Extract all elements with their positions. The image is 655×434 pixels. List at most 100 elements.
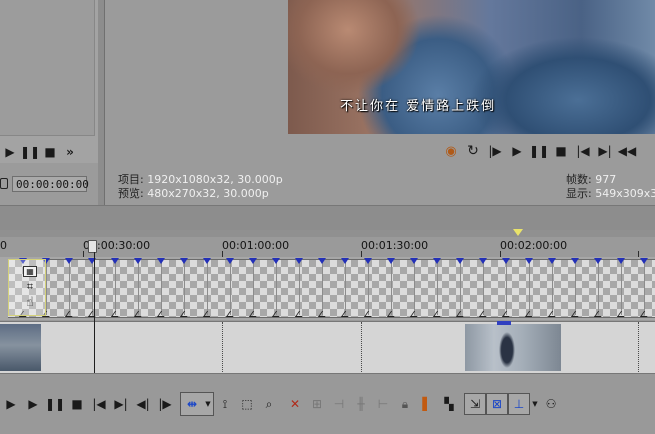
- edit-tool-dropdown[interactable]: ⇹ ▼: [180, 392, 214, 416]
- thumbnail-separator: [391, 260, 392, 315]
- time-ruler[interactable]: 0 00:00:30:00 00:01:00:00 00:01:30:00 00…: [0, 237, 655, 257]
- panel-splitter[interactable]: [98, 0, 105, 205]
- prev-frame-icon[interactable]: |◀: [572, 142, 594, 160]
- stop-icon[interactable]: ■: [66, 393, 88, 415]
- keyframe-marker[interactable]: [479, 258, 487, 264]
- grouping-icon[interactable]: ⚇: [540, 393, 562, 415]
- keyframe-marker[interactable]: [226, 258, 234, 264]
- chevron-down-icon[interactable]: ▼: [203, 400, 213, 408]
- thumbnail-separator: [207, 260, 208, 315]
- trimmer-controls: ▶ ❚❚ ■ »: [0, 143, 80, 161]
- keyframe-marker[interactable]: [295, 258, 303, 264]
- play-icon[interactable]: ▶: [0, 143, 20, 161]
- keyframe-marker[interactable]: [548, 258, 556, 264]
- next-frame-icon[interactable]: |▶: [154, 393, 176, 415]
- trim-start-icon[interactable]: ⊣: [328, 393, 350, 415]
- lock-icon[interactable]: 🔒︎: [394, 393, 416, 415]
- keyframe-marker[interactable]: [341, 258, 349, 264]
- prev-frame-icon[interactable]: ◀|: [132, 393, 154, 415]
- keyframe-marker[interactable]: [249, 258, 257, 264]
- keyframe-marker[interactable]: [456, 258, 464, 264]
- keyframe-marker[interactable]: [410, 258, 418, 264]
- ruler-label: 00:01:00:00: [222, 239, 290, 252]
- keyframe-marker[interactable]: [180, 258, 188, 264]
- keyframe-marker[interactable]: [640, 258, 648, 264]
- loop-icon[interactable]: ↻: [462, 142, 484, 160]
- loop-end-marker[interactable]: [513, 229, 523, 236]
- video-event[interactable]: [8, 259, 655, 318]
- keyframe-marker[interactable]: [157, 258, 165, 264]
- thumbnail-separator: [506, 260, 507, 315]
- keyframe-marker[interactable]: [387, 258, 395, 264]
- normal-edit-tool-icon[interactable]: ⇹: [181, 393, 203, 415]
- pause-icon[interactable]: ❚❚: [20, 143, 40, 161]
- thumbnail-separator: [437, 260, 438, 315]
- thumbnail-separator: [414, 260, 415, 315]
- keyframe-marker[interactable]: [617, 258, 625, 264]
- thumbnail-separator: [184, 260, 185, 315]
- delete-icon[interactable]: ✕: [284, 393, 306, 415]
- thumbnail-separator: [115, 260, 116, 315]
- keyframe-marker[interactable]: [594, 258, 602, 264]
- more-icon[interactable]: »: [60, 143, 80, 161]
- clip-thumbnail[interactable]: [465, 324, 561, 371]
- split-icon[interactable]: ╫: [350, 393, 372, 415]
- envelope-tool-icon[interactable]: ⟟: [214, 393, 236, 415]
- event-header[interactable]: ▦ ⌗ ☝: [8, 259, 46, 316]
- play-icon[interactable]: ▶: [506, 142, 528, 160]
- snapping-group: ⇲ ⊠ ⊥ ▼ ⚇: [464, 393, 562, 415]
- crop-icon[interactable]: ⌗: [23, 281, 37, 293]
- keyframe-marker[interactable]: [134, 258, 142, 264]
- trim-end-icon[interactable]: ⊢: [372, 393, 394, 415]
- zoom-tool-icon[interactable]: ⌕: [258, 393, 280, 415]
- play-icon[interactable]: ▶: [22, 393, 44, 415]
- stop-icon[interactable]: ■: [550, 142, 572, 160]
- thumbnail-separator: [69, 260, 70, 315]
- keyframe-marker[interactable]: [433, 258, 441, 264]
- marker-icon[interactable]: ▌: [416, 393, 438, 415]
- thumbnail-separator: [253, 260, 254, 315]
- chevron-down-icon[interactable]: ▼: [530, 400, 540, 408]
- selection-tool-icon[interactable]: ⬚: [236, 393, 258, 415]
- clip-fade-handle[interactable]: [497, 321, 511, 325]
- lock-icon: [0, 178, 8, 189]
- region-icon[interactable]: ▚: [438, 393, 460, 415]
- subtitle-text: 不让你在 爱情路上跌倒: [340, 99, 497, 114]
- record-icon[interactable]: ◉: [440, 142, 462, 160]
- keyframe-marker[interactable]: [571, 258, 579, 264]
- play-from-start-icon[interactable]: ▶: [0, 393, 22, 415]
- clip-thumbnail[interactable]: [0, 324, 41, 371]
- hand-cursor-icon: ☝: [26, 295, 34, 310]
- stop-icon[interactable]: ■: [40, 143, 60, 161]
- thumbnail-separator: [460, 260, 461, 315]
- keyframe-marker[interactable]: [203, 258, 211, 264]
- enable-snapping-icon[interactable]: ⊥: [508, 393, 530, 415]
- auto-ripple-icon[interactable]: ⇲: [464, 393, 486, 415]
- rewind-icon[interactable]: ◀◀: [616, 142, 638, 160]
- play-from-start-icon[interactable]: |▶: [484, 142, 506, 160]
- preview-controls: ◉ ↻ |▶ ▶ ❚❚ ■ |◀ ▶| ◀◀: [440, 140, 638, 162]
- next-frame-icon[interactable]: ▶|: [594, 142, 616, 160]
- playhead-handle[interactable]: [88, 240, 97, 253]
- thumbnail-separator: [368, 260, 369, 315]
- go-end-icon[interactable]: ▶|: [110, 393, 132, 415]
- trimmer-timecode[interactable]: 00:00:00:00: [12, 176, 89, 192]
- thumbnail-separator: [230, 260, 231, 315]
- keyframe-marker[interactable]: [65, 258, 73, 264]
- snapping-icon[interactable]: ⊠: [486, 393, 508, 415]
- thumbnail-separator: [322, 260, 323, 315]
- keyframe-marker[interactable]: [318, 258, 326, 264]
- thumbnail-separator: [345, 260, 346, 315]
- thumbnail-separator: [575, 260, 576, 315]
- trim-icon[interactable]: ⊞: [306, 393, 328, 415]
- keyframe-marker[interactable]: [525, 258, 533, 264]
- pause-icon[interactable]: ❚❚: [528, 142, 550, 160]
- event-pan-crop-icon[interactable]: ▦: [23, 266, 37, 277]
- keyframe-marker[interactable]: [272, 258, 280, 264]
- pause-icon[interactable]: ❚❚: [44, 393, 66, 415]
- keyframe-marker[interactable]: [502, 258, 510, 264]
- ruler-label: 00:02:00:00: [500, 239, 568, 252]
- keyframe-marker[interactable]: [111, 258, 119, 264]
- go-start-icon[interactable]: |◀: [88, 393, 110, 415]
- keyframe-marker[interactable]: [364, 258, 372, 264]
